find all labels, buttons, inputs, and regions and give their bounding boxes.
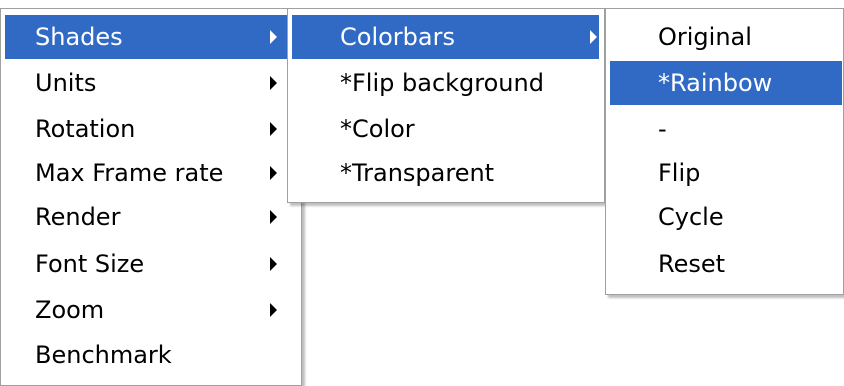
menu-item-label: Shades xyxy=(35,23,123,51)
menu-item-label: *Color xyxy=(340,115,415,143)
menu-item-label: Units xyxy=(35,69,97,97)
menu-item-label: Colorbars xyxy=(340,23,455,51)
chevron-right-icon xyxy=(270,122,277,136)
menu-item-label: Render xyxy=(35,203,121,231)
chevron-right-icon xyxy=(270,210,277,224)
menu-item-cycle[interactable]: Cycle xyxy=(610,195,842,239)
chevron-right-icon xyxy=(270,166,277,180)
menu-item-colorbars[interactable]: Colorbars xyxy=(292,15,599,59)
menu-item-label: Reset xyxy=(658,250,726,278)
shades-submenu: Colorbars *Flip background *Color *Trans… xyxy=(287,8,605,203)
menu-item-reset[interactable]: Reset xyxy=(610,242,842,286)
menu-item-units[interactable]: Units xyxy=(5,61,292,105)
menu-item-label: Font Size xyxy=(35,250,145,278)
colorbars-submenu: Original *Rainbow - Flip Cycle Reset xyxy=(605,8,844,295)
menu-item-label: Flip xyxy=(658,159,701,187)
menu-item-label: *Flip background xyxy=(340,69,544,97)
menu-item-transparent[interactable]: *Transparent xyxy=(292,151,599,195)
menu-item-zoom[interactable]: Zoom xyxy=(5,288,292,332)
menu-item-label: Original xyxy=(658,23,752,51)
menu-item-separator[interactable]: - xyxy=(610,107,842,151)
chevron-right-icon xyxy=(270,30,277,44)
menu-item-label: - xyxy=(658,115,667,143)
chevron-right-icon xyxy=(270,303,277,317)
chevron-right-icon xyxy=(270,76,277,90)
menu-item-flip[interactable]: Flip xyxy=(610,151,842,195)
menu-item-label: Max Frame rate xyxy=(35,159,224,187)
menu-item-label: Rotation xyxy=(35,115,136,143)
menu-item-original[interactable]: Original xyxy=(610,15,842,59)
menu-item-flip-background[interactable]: *Flip background xyxy=(292,61,599,105)
menu-item-label: *Rainbow xyxy=(658,69,773,97)
menu-item-max-frame-rate[interactable]: Max Frame rate xyxy=(5,151,292,195)
menu-item-label: Cycle xyxy=(658,203,724,231)
menu-item-label: Benchmark xyxy=(35,341,172,369)
menu-item-rotation[interactable]: Rotation xyxy=(5,107,292,151)
chevron-right-icon xyxy=(590,30,597,44)
menu-item-font-size[interactable]: Font Size xyxy=(5,242,292,286)
menu-item-color[interactable]: *Color xyxy=(292,107,599,151)
menu-item-shades[interactable]: Shades xyxy=(5,15,292,59)
chevron-right-icon xyxy=(270,257,277,271)
menu-item-label: Zoom xyxy=(35,296,105,324)
menu-item-benchmark[interactable]: Benchmark xyxy=(5,333,292,377)
menu-item-render[interactable]: Render xyxy=(5,195,292,239)
menu-item-label: *Transparent xyxy=(340,159,495,187)
menu-item-rainbow[interactable]: *Rainbow xyxy=(610,61,842,105)
context-menu: Shades Units Rotation Max Frame rate Ren… xyxy=(0,8,302,386)
